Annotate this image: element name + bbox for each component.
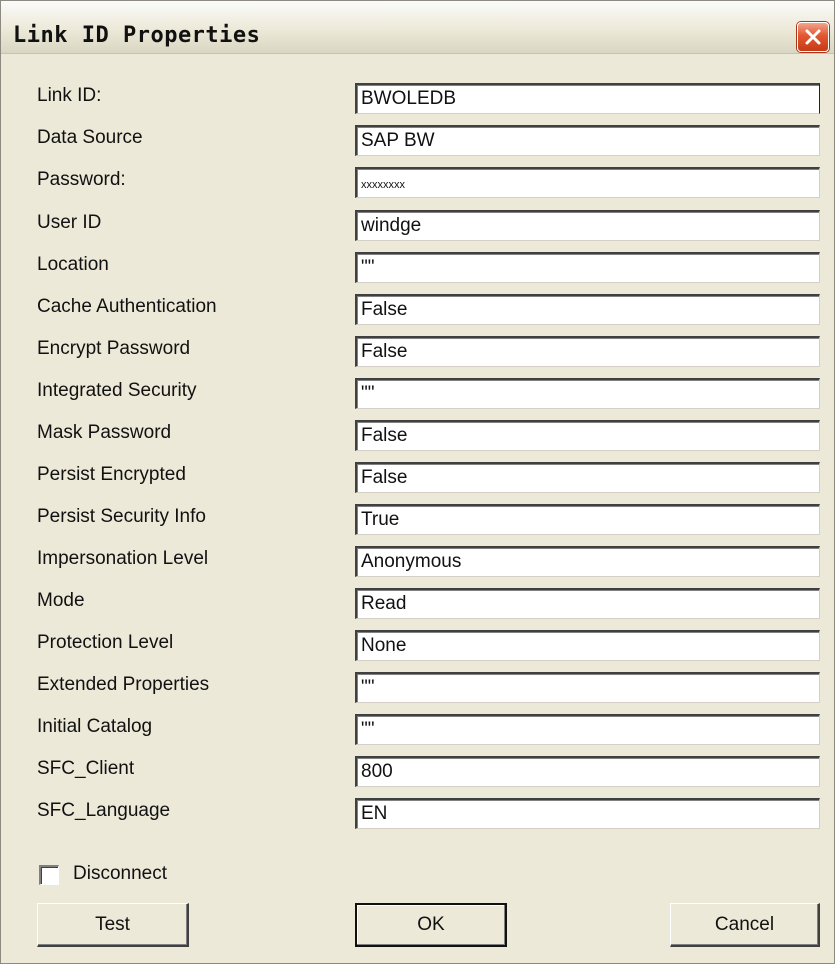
data-source-field[interactable] <box>355 125 820 156</box>
title-bar[interactable]: Link ID Properties <box>1 1 834 54</box>
label-cache-authentication: Cache Authentication <box>37 296 217 317</box>
protection-level-field[interactable] <box>355 630 820 661</box>
sfc-language-field[interactable] <box>355 798 820 829</box>
disconnect-checkbox[interactable] <box>39 865 59 885</box>
label-persist-security-info: Persist Security Info <box>37 506 206 527</box>
close-button[interactable] <box>797 22 829 52</box>
label-extended-properties: Extended Properties <box>37 674 210 695</box>
persist-security-info-field[interactable] <box>355 504 820 535</box>
persist-encrypted-field[interactable] <box>355 462 820 493</box>
mode-field[interactable] <box>355 588 820 619</box>
location-field[interactable] <box>355 252 820 283</box>
label-integrated-security: Integrated Security <box>37 380 197 401</box>
label-protection-level: Protection Level <box>37 632 174 653</box>
user-id-field[interactable] <box>355 210 820 241</box>
label-mode: Mode <box>37 590 85 611</box>
impersonation-level-field[interactable] <box>355 546 820 577</box>
initial-catalog-field[interactable] <box>355 714 820 745</box>
label-impersonation-level: Impersonation Level <box>37 548 209 569</box>
label-mask-password: Mask Password <box>37 422 172 443</box>
label-sfc-language: SFC_Language <box>37 800 171 821</box>
extended-properties-field[interactable] <box>355 672 820 703</box>
label-password: Password: <box>37 169 126 190</box>
mask-password-field[interactable] <box>355 420 820 451</box>
label-user-id: User ID <box>37 212 102 233</box>
dialog-title: Link ID Properties <box>13 23 261 48</box>
close-icon <box>805 29 821 45</box>
test-button[interactable]: Test <box>37 903 189 947</box>
label-location: Location <box>37 254 109 275</box>
label-encrypt-password: Encrypt Password <box>37 338 191 359</box>
link-id-properties-dialog: Link ID Properties Link ID: Data Source … <box>0 0 835 964</box>
label-initial-catalog: Initial Catalog <box>37 716 153 737</box>
label-persist-encrypted: Persist Encrypted <box>37 464 186 485</box>
link-id-field[interactable] <box>355 83 820 114</box>
ok-button[interactable]: OK <box>355 903 507 947</box>
label-link-id: Link ID: <box>37 85 102 106</box>
cache-authentication-field[interactable] <box>355 294 820 325</box>
disconnect-label[interactable]: Disconnect <box>73 863 167 885</box>
label-sfc-client: SFC_Client <box>37 758 135 779</box>
cancel-button[interactable]: Cancel <box>670 903 820 947</box>
integrated-security-field[interactable] <box>355 378 820 409</box>
encrypt-password-field[interactable] <box>355 336 820 367</box>
label-data-source: Data Source <box>37 127 143 148</box>
password-field[interactable] <box>355 167 820 198</box>
sfc-client-field[interactable] <box>355 756 820 787</box>
